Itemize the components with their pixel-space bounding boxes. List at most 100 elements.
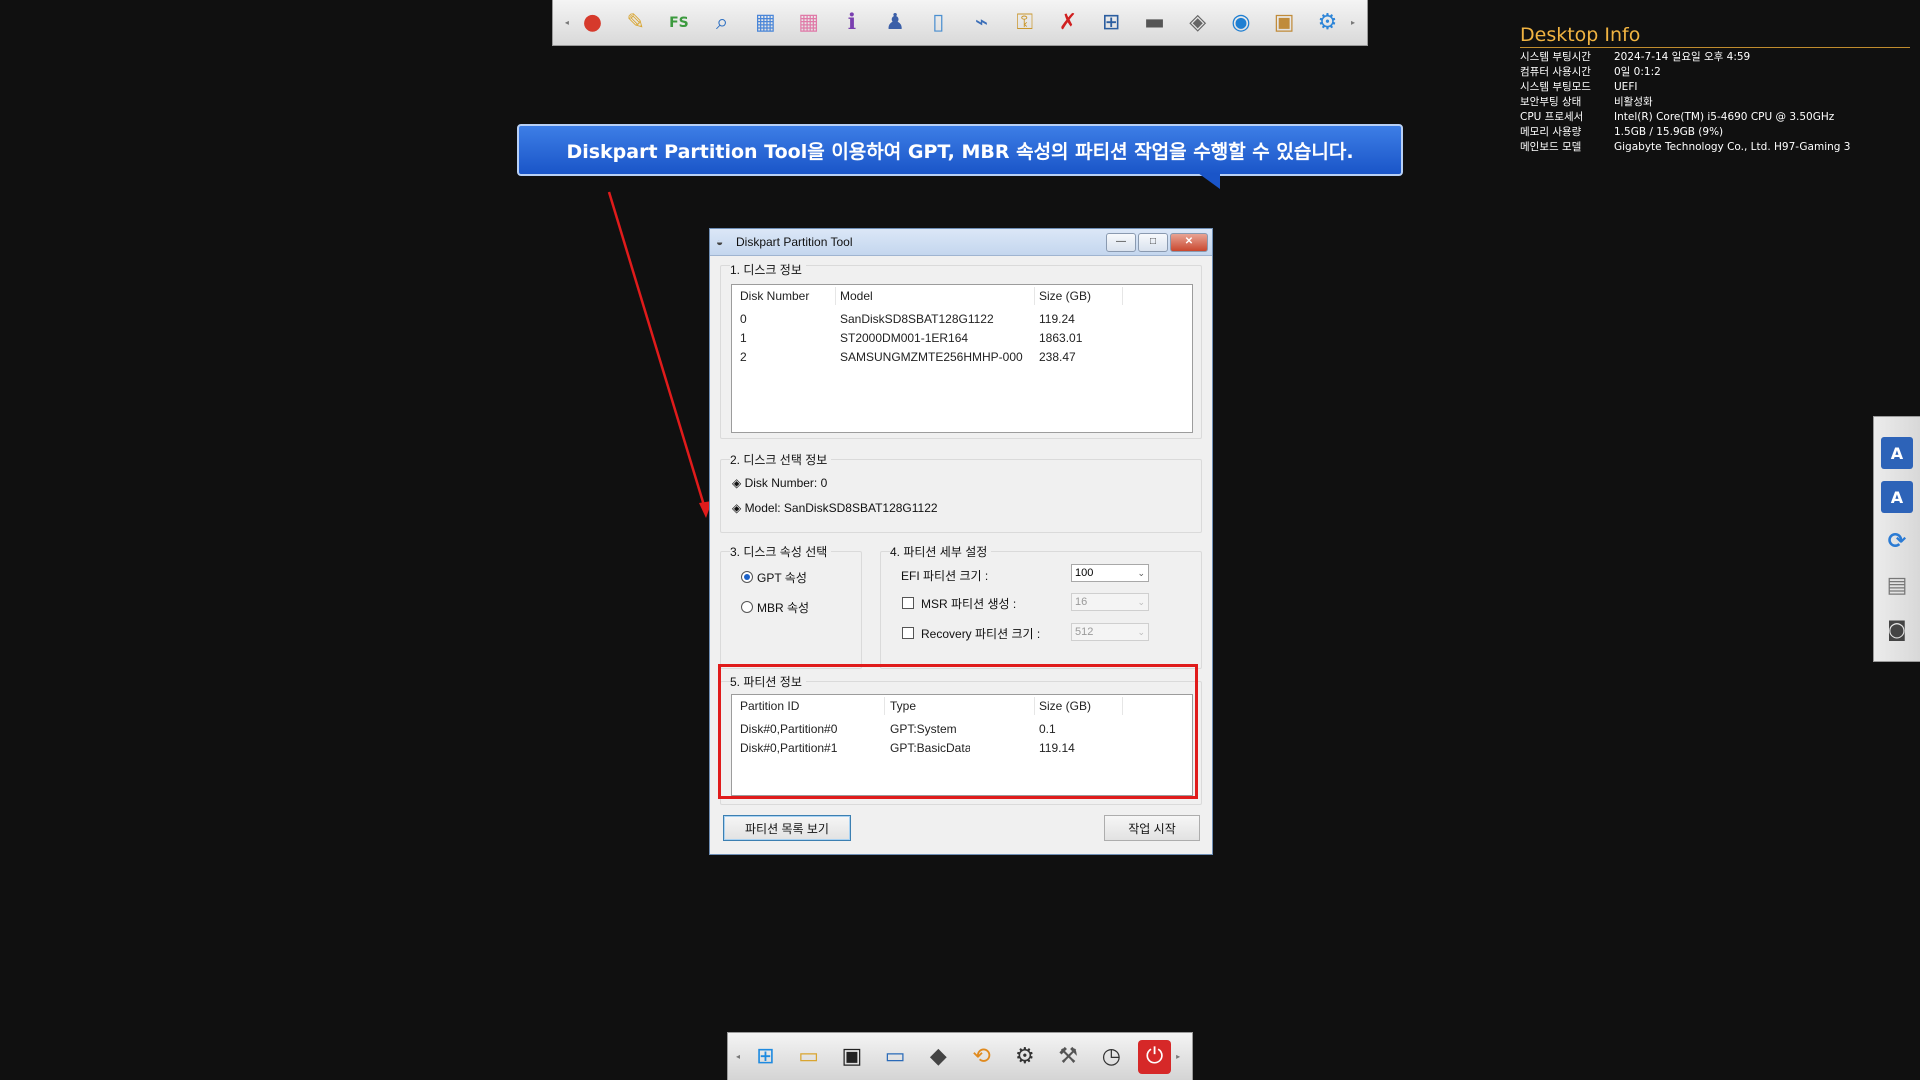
chevron-down-icon: ⌄	[1137, 627, 1145, 637]
desktop-info-row: 시스템 부팅시간 2024-7-14 일요일 오후 4:59	[1520, 50, 1910, 65]
explorer-icon[interactable]: ▭	[792, 1040, 825, 1074]
drive-icon[interactable]: ◆	[922, 1040, 955, 1074]
msr-size-combo: 16 ⌄	[1071, 593, 1149, 611]
recovery-checkbox[interactable]	[902, 627, 914, 639]
search-tool-icon[interactable]: ⌕	[706, 6, 739, 40]
start-task-button[interactable]: 작업 시작	[1104, 815, 1200, 841]
selected-disk-number: ◈ Disk Number: 0	[732, 476, 828, 490]
desktop-info-value: 1.5GB / 15.9GB (9%)	[1614, 126, 1724, 138]
gpt-radio[interactable]	[741, 571, 753, 583]
info-icon[interactable]: ℹ	[835, 6, 868, 40]
desktop-info-key: 시스템 부팅모드	[1520, 81, 1591, 93]
monitor-icon[interactable]: ▭	[879, 1040, 912, 1074]
desktop-info-value: 비활성화	[1614, 96, 1653, 108]
cmd-icon[interactable]: ▣	[835, 1040, 868, 1074]
disk-number-cell: 0	[740, 312, 747, 326]
view-partitions-button[interactable]: 파티션 목록 보기	[723, 815, 851, 841]
disk-model-cell: ST2000DM001-1ER164	[840, 331, 969, 345]
windows-pink-icon[interactable]: ▦	[792, 6, 825, 40]
font-a-icon[interactable]: A	[1881, 437, 1913, 469]
refresh-icon[interactable]: ⟳	[1881, 525, 1913, 557]
globe-icon[interactable]: ◉	[1224, 6, 1257, 40]
chevron-down-icon: ⌄	[1137, 568, 1145, 578]
gears-icon[interactable]: ⚙	[1311, 6, 1344, 40]
bar-grip-left[interactable]: ◂	[736, 1052, 744, 1061]
banner-tail	[1198, 173, 1220, 189]
msr-size-value: 16	[1075, 596, 1088, 608]
disk-number-cell: 1	[740, 331, 747, 345]
disk-size-cell: 1863.01	[1039, 331, 1083, 345]
disk-model-cell: SanDiskSD8SBAT128G1122	[840, 312, 994, 326]
sync-icon[interactable]: ⟲	[965, 1040, 998, 1074]
disk-model-cell: SAMSUNGMZMTE256HMHP-000	[840, 350, 1023, 364]
desktop-info-row: 메인보드 모델 Gigabyte Technology Co., Ltd. H97…	[1520, 140, 1910, 155]
bar-grip-left[interactable]: ◂	[563, 18, 571, 27]
disk-list[interactable]: Disk Number Model Size (GB) 0 SanDiskSD8…	[731, 284, 1193, 433]
efi-size-combo[interactable]: 100 ⌄	[1071, 564, 1149, 582]
fs-tool-icon[interactable]: FS	[662, 6, 695, 40]
right-side-bar: A A ⟳ ▤ ◙	[1873, 416, 1920, 662]
clock-icon[interactable]: ◷	[1095, 1040, 1128, 1074]
network-icon[interactable]: ⊞	[1095, 6, 1128, 40]
selected-disk-model: ◈ Model: SanDiskSD8SBAT128G1122	[732, 501, 938, 515]
minimize-button[interactable]: —	[1106, 232, 1136, 252]
settings-icon[interactable]: ⚙	[1008, 1040, 1041, 1074]
desktop-info-key: 메인보드 모델	[1520, 141, 1582, 153]
mbr-radio-label[interactable]: MBR 속성	[757, 599, 809, 616]
desktop-info-value: 0일 0:1:2	[1614, 66, 1661, 78]
no-entry-icon[interactable]: ✗	[1051, 6, 1084, 40]
mbr-radio[interactable]	[741, 601, 753, 613]
camera-icon[interactable]: ◙	[1881, 613, 1913, 645]
efi-size-value: 100	[1075, 567, 1094, 579]
desktop-info-row: 메모리 사용량 1.5GB / 15.9GB (9%)	[1520, 125, 1910, 140]
desktop-info-row: 보안부팅 상태 비활성화	[1520, 95, 1910, 110]
windows-tile-icon[interactable]: ▦	[749, 6, 782, 40]
desktop-info-value: Gigabyte Technology Co., Ltd. H97-Gaming…	[1614, 141, 1851, 153]
recovery-size-value: 512	[1075, 626, 1094, 638]
folder-tool-icon[interactable]: ✎	[619, 6, 652, 40]
keys-icon[interactable]: ⚿	[1008, 6, 1041, 40]
plug-icon[interactable]: ⌁	[965, 6, 998, 40]
disk-header-size[interactable]: Size (GB)	[1039, 289, 1091, 303]
mouse-cursor-icon	[970, 740, 980, 754]
user-icon[interactable]: ♟	[878, 6, 911, 40]
close-button[interactable]: ✕	[1170, 232, 1208, 252]
callout-banner: Diskpart Partition Tool을 이용하여 GPT, MBR 속…	[517, 124, 1403, 176]
tag-icon[interactable]: ◈	[1181, 6, 1214, 40]
disk-size-cell: 119.24	[1039, 312, 1075, 326]
disk-tool-icon[interactable]: ●	[576, 6, 609, 40]
computer-icon[interactable]: ▤	[1881, 569, 1913, 601]
desktop-info-row: 시스템 부팅모드 UEFI	[1520, 80, 1910, 95]
desktop-info-row: CPU 프로세서 Intel(R) Core(TM) i5-4690 CPU @ …	[1520, 110, 1910, 125]
font-a2-icon[interactable]: A	[1881, 481, 1913, 513]
disk-header-model[interactable]: Model	[840, 289, 873, 303]
desktop-info-key: CPU 프로세서	[1520, 111, 1584, 123]
desktop-info-key: 시스템 부팅시간	[1520, 51, 1591, 63]
desktop-info-value: UEFI	[1614, 81, 1638, 93]
desktop-info-key: 보안부팅 상태	[1520, 96, 1582, 108]
section2-title: 2. 디스크 선택 정보	[730, 451, 832, 468]
banner-text: Diskpart Partition Tool을 이용하여 GPT, MBR 속…	[566, 140, 1354, 163]
msr-checkbox[interactable]	[902, 597, 914, 609]
maximize-button[interactable]: □	[1138, 232, 1168, 252]
disk-header-number[interactable]: Disk Number	[740, 289, 809, 303]
desktop-info-value: 2024-7-14 일요일 오후 4:59	[1614, 51, 1751, 63]
recovery-label[interactable]: Recovery 파티션 크기 :	[921, 625, 1040, 642]
desktop-info-key: 메모리 사용량	[1520, 126, 1582, 138]
msr-label[interactable]: MSR 파티션 생성 :	[921, 595, 1016, 612]
hammer-icon[interactable]: ⚒	[1051, 1040, 1084, 1074]
red-highlight-box	[718, 664, 1198, 799]
window-titlebar[interactable]: ◒ Diskpart Partition Tool — □ ✕	[710, 229, 1212, 256]
desktop-info-title: Desktop Info	[1520, 24, 1910, 48]
bar-grip-right[interactable]: ▸	[1176, 1052, 1184, 1061]
power-icon[interactable]: ⏻	[1137, 1039, 1172, 1074]
box-icon[interactable]: ▣	[1268, 6, 1301, 40]
section3-title: 3. 디스크 속성 선택	[730, 543, 832, 560]
drive-icon[interactable]: ▬	[1138, 6, 1171, 40]
windows-start-icon[interactable]: ⊞	[749, 1040, 782, 1074]
bar-grip-right[interactable]: ▸	[1349, 18, 1357, 27]
device-icon[interactable]: ▯	[922, 6, 955, 40]
disk-selection-group	[720, 459, 1202, 533]
desktop-info-panel: Desktop Info 시스템 부팅시간 2024-7-14 일요일 오후 4:…	[1520, 24, 1910, 155]
gpt-radio-label[interactable]: GPT 속성	[757, 569, 807, 586]
